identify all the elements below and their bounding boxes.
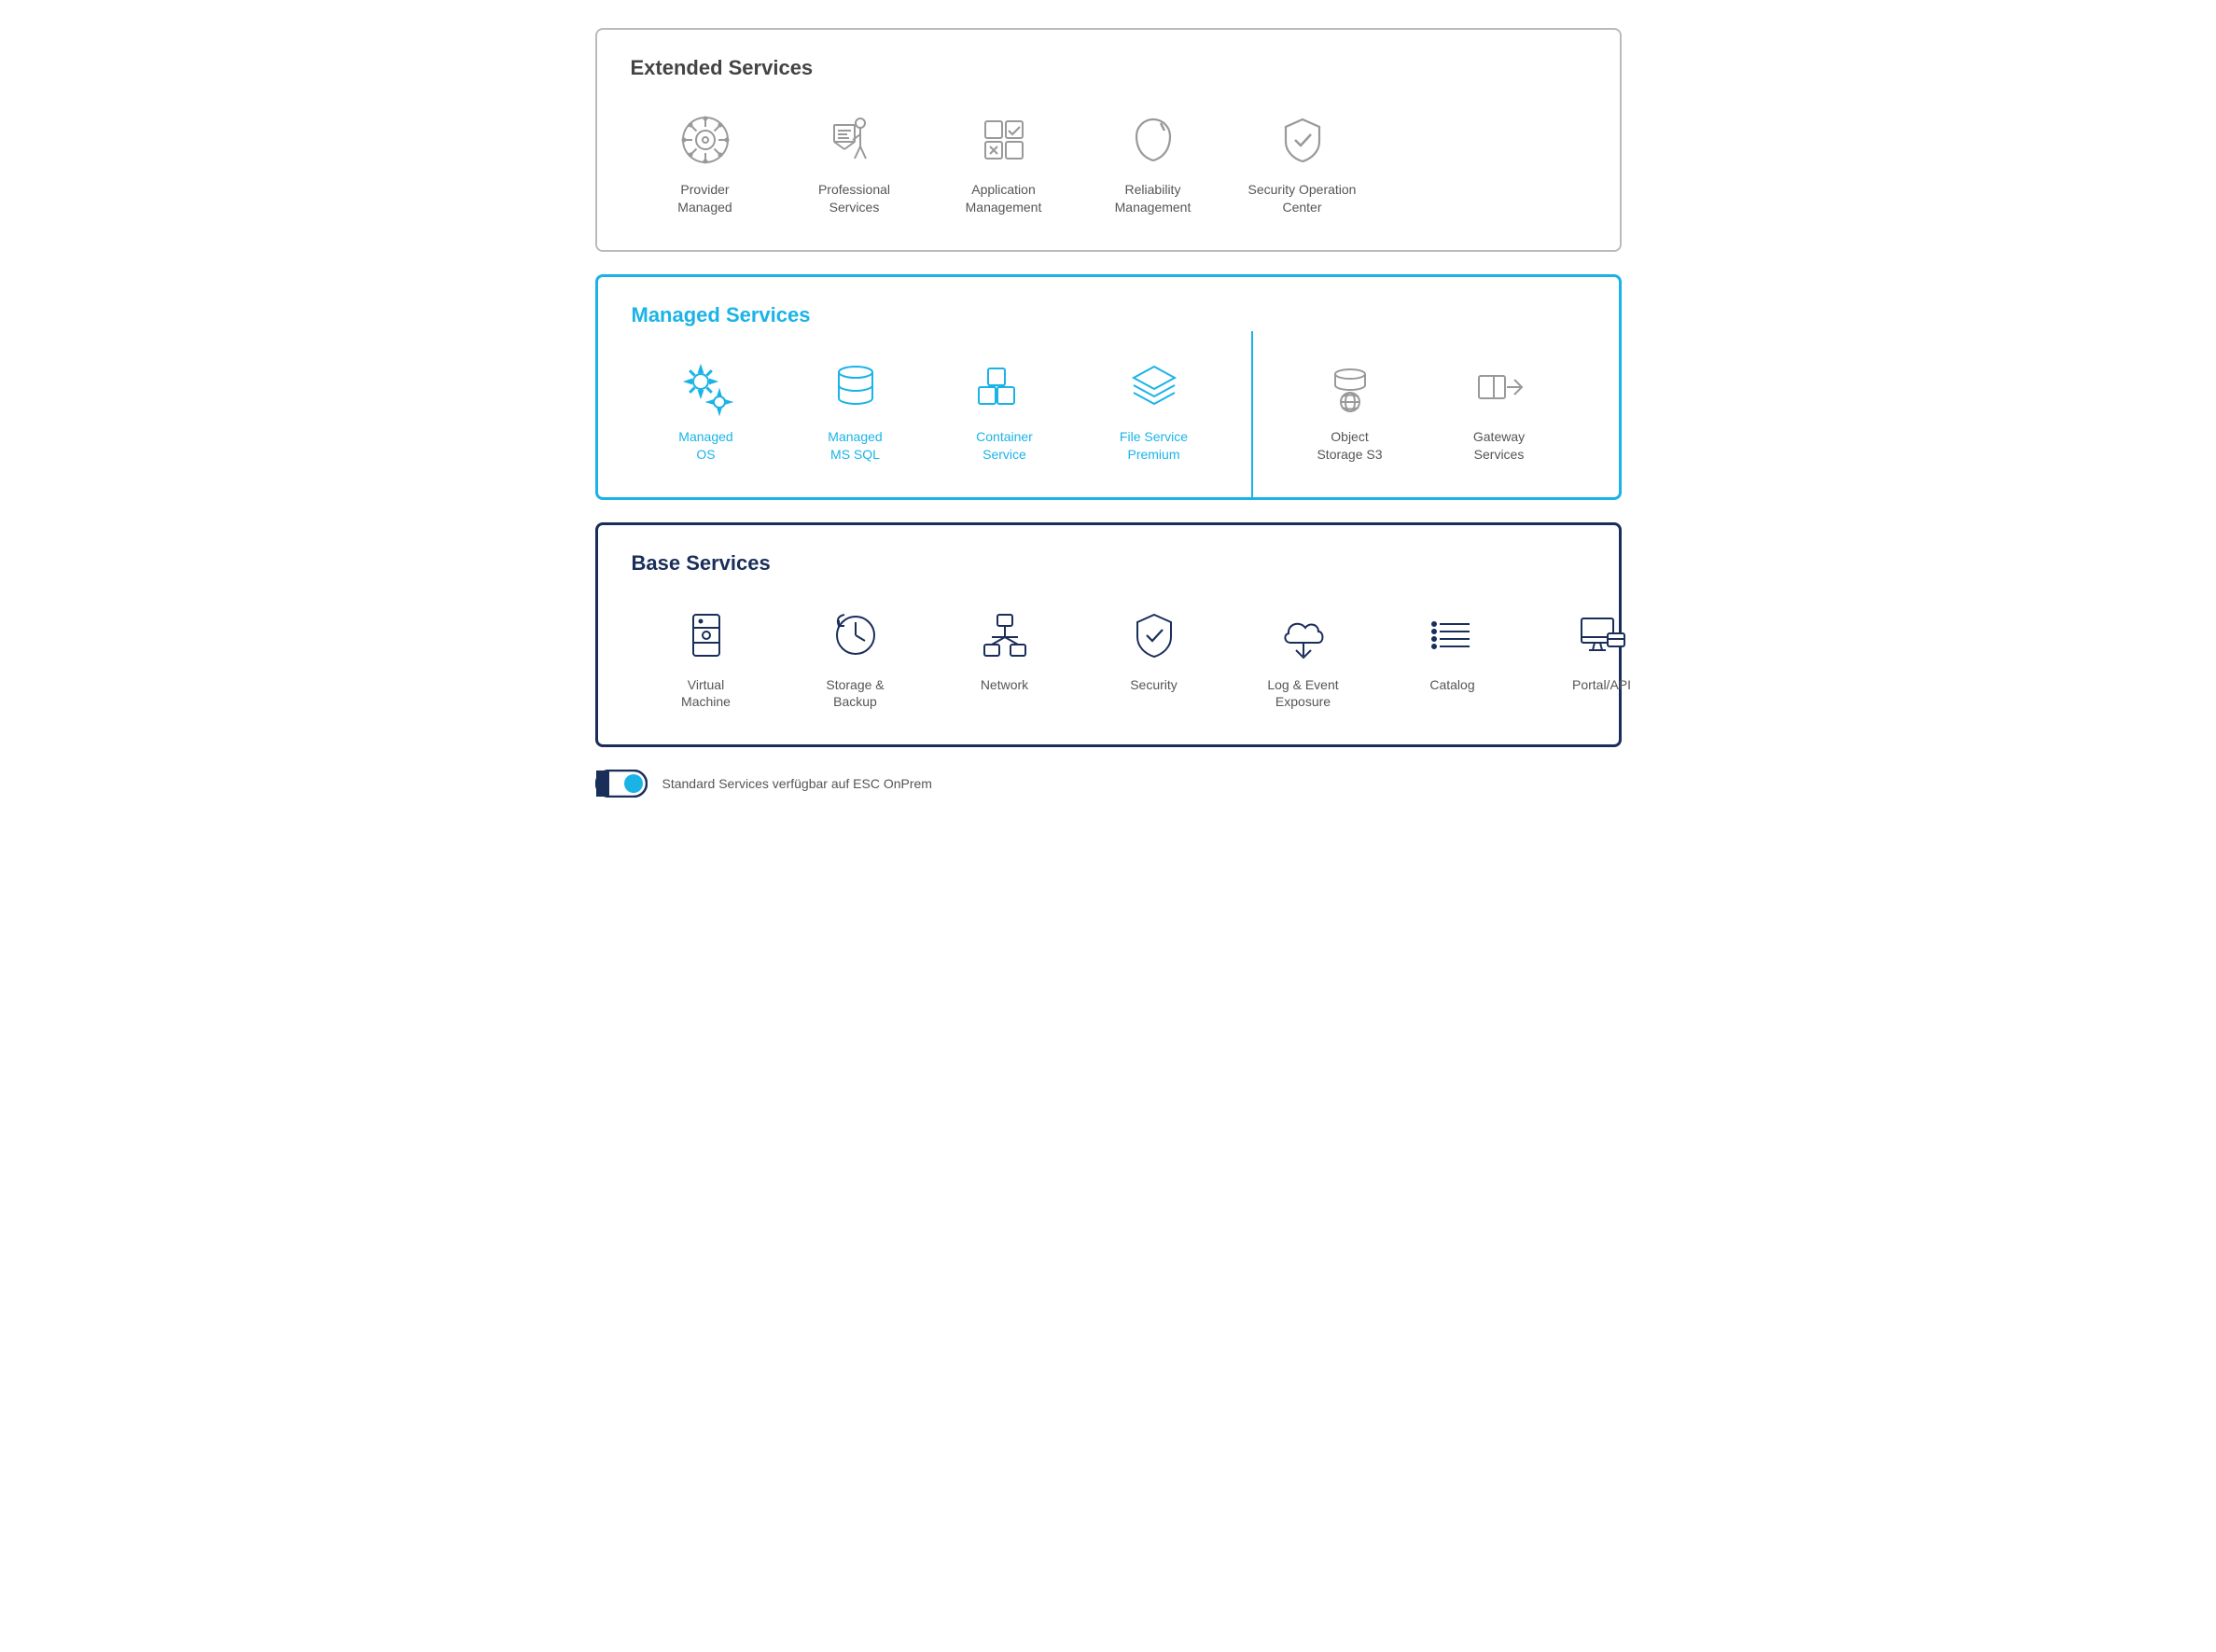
containers-icon [975, 357, 1035, 417]
log-event-exposure-label: Log & EventExposure [1267, 676, 1338, 712]
service-object-storage-s3: ObjectStorage S3 [1275, 357, 1425, 464]
reliability-management-label: ReliabilityManagement [1115, 181, 1192, 216]
section-extended: Extended Services [595, 28, 1622, 252]
service-application-management: ApplicationManagement [929, 110, 1079, 216]
service-file-service-premium: File ServicePremium [1080, 357, 1229, 464]
legend-text: Standard Services verfügbar auf ESC OnPr… [662, 776, 932, 791]
managed-ms-sql-label: ManagedMS SQL [828, 428, 882, 464]
security-label: Security [1130, 676, 1178, 694]
page-wrapper: Extended Services [595, 28, 1622, 798]
service-security-operation-center: Security OperationCenter [1228, 110, 1377, 216]
gateway-icon [1470, 357, 1529, 417]
shield-check-icon [1273, 110, 1332, 170]
network-label: Network [981, 676, 1028, 694]
catalog-label: Catalog [1429, 676, 1474, 694]
database-icon [826, 357, 885, 417]
service-professional-services: ProfessionalServices [780, 110, 929, 216]
managed-services-title: Managed Services [632, 303, 1585, 327]
service-managed-ms-sql: ManagedMS SQL [781, 357, 930, 464]
service-reliability-management: ReliabilityManagement [1079, 110, 1228, 216]
security-operation-center-label: Security OperationCenter [1248, 181, 1357, 216]
db-globe-icon [1320, 357, 1380, 417]
service-provider-managed: ProviderManaged [631, 110, 780, 216]
list-lines-icon [1423, 605, 1483, 665]
network-tree-icon [975, 605, 1035, 665]
service-gateway-services: GatewayServices [1425, 357, 1574, 464]
extended-services-title: Extended Services [631, 56, 1586, 80]
clock-arrow-icon [826, 605, 885, 665]
gateway-services-label: GatewayServices [1473, 428, 1525, 464]
file-service-premium-label: File ServicePremium [1120, 428, 1188, 464]
legend: Standard Services verfügbar auf ESC OnPr… [595, 770, 1622, 798]
service-security: Security [1080, 605, 1229, 712]
container-service-label: ContainerService [976, 428, 1033, 464]
service-log-event-exposure: Log & EventExposure [1229, 605, 1378, 712]
service-catalog: Catalog [1378, 605, 1527, 712]
managed-section-divider [1251, 331, 1253, 497]
portal-icon [1572, 605, 1632, 665]
gear-settings-icon [676, 357, 736, 417]
professional-services-label: ProfessionalServices [818, 181, 890, 216]
carabiner-icon [1123, 110, 1183, 170]
managed-items-grid: ManagedOS ManagedMS SQL [632, 357, 1585, 464]
helm-icon [676, 110, 735, 170]
provider-managed-label: ProviderManaged [677, 181, 732, 216]
storage-backup-label: Storage &Backup [826, 676, 884, 712]
managed-os-label: ManagedOS [678, 428, 732, 464]
service-managed-os: ManagedOS [632, 357, 781, 464]
presenter-icon [825, 110, 885, 170]
base-items-grid: VirtualMachine Storage &Ba [632, 605, 1585, 712]
section-managed: Managed Services [595, 274, 1622, 500]
shield-icon [1124, 605, 1184, 665]
service-container-service: ContainerService [930, 357, 1080, 464]
server-icon [676, 605, 736, 665]
legend-toggle-icon [595, 770, 648, 798]
app-mgmt-icon [974, 110, 1034, 170]
virtual-machine-label: VirtualMachine [681, 676, 731, 712]
section-base: Base Services VirtualMachine [595, 522, 1622, 748]
service-storage-backup: Storage &Backup [781, 605, 930, 712]
service-virtual-machine: VirtualMachine [632, 605, 781, 712]
service-portal-api: Portal/API [1527, 605, 1677, 712]
application-management-label: ApplicationManagement [966, 181, 1042, 216]
base-services-title: Base Services [632, 551, 1585, 576]
extended-items-grid: ProviderManaged [631, 110, 1586, 216]
layers-icon [1124, 357, 1184, 417]
cloud-down-icon [1274, 605, 1333, 665]
service-network: Network [930, 605, 1080, 712]
object-storage-s3-label: ObjectStorage S3 [1317, 428, 1382, 464]
portal-api-label: Portal/API [1572, 676, 1631, 694]
